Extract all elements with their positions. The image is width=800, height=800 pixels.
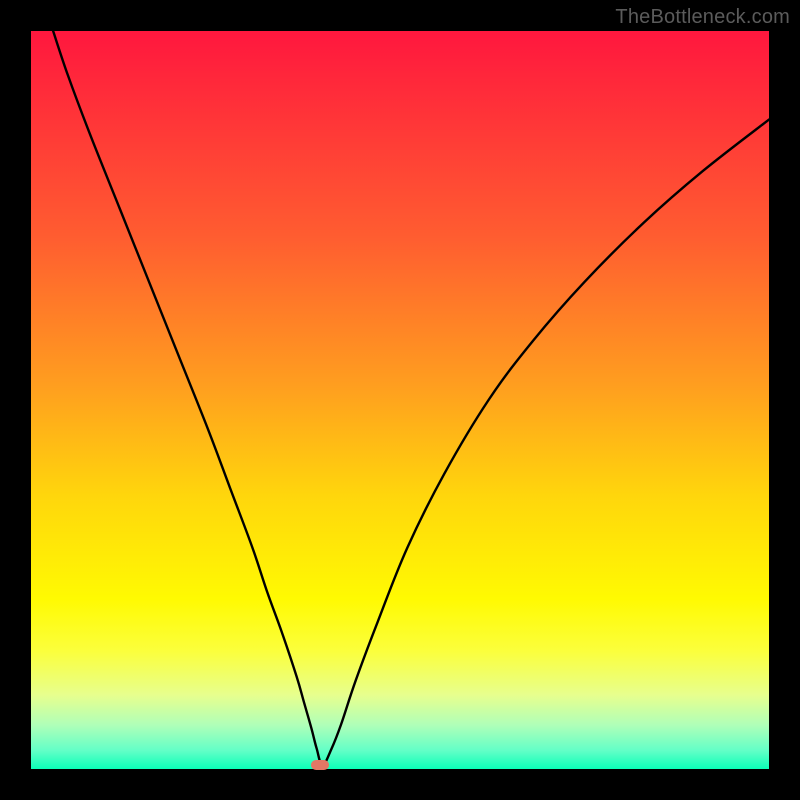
bottleneck-curve [53, 31, 769, 765]
chart-container: TheBottleneck.com [0, 0, 800, 800]
curve-svg [31, 31, 769, 769]
optimal-marker [311, 760, 329, 770]
watermark-text: TheBottleneck.com [615, 6, 790, 29]
plot-area [31, 31, 769, 769]
